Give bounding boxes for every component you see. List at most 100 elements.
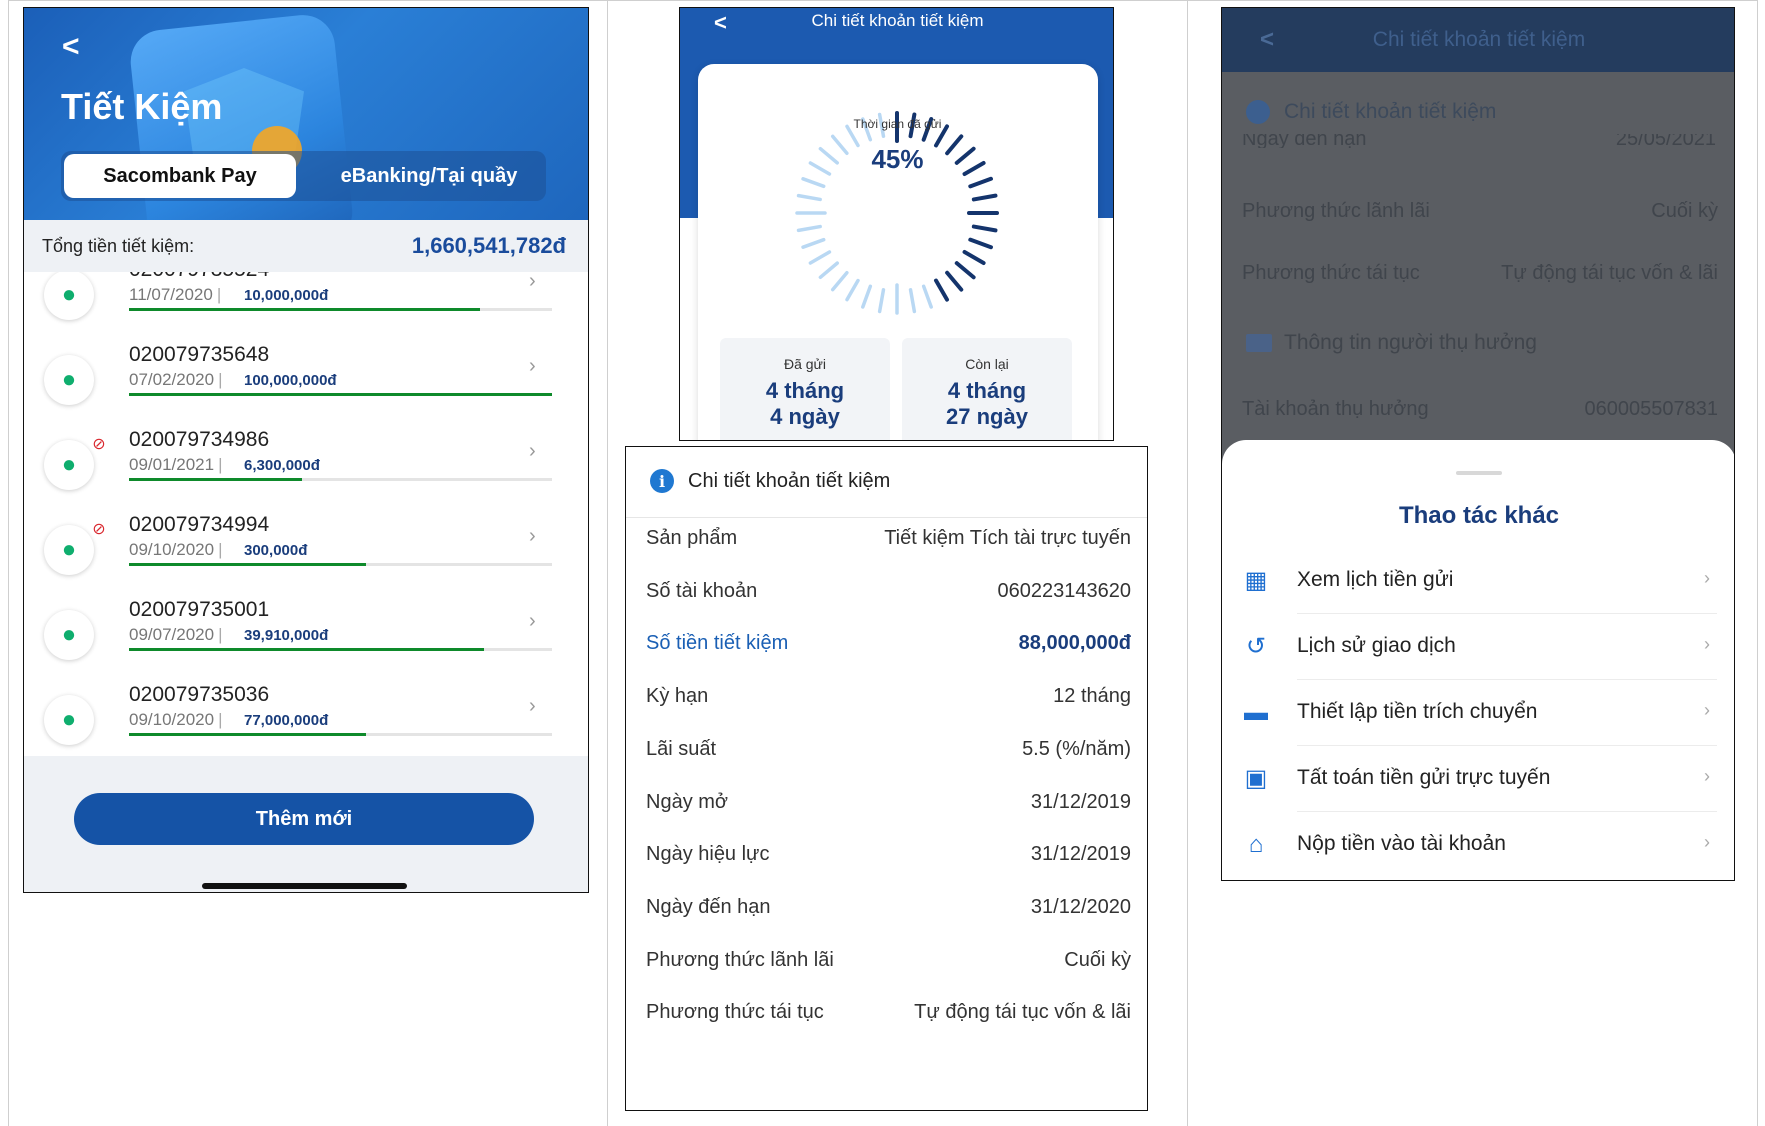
add-new-button[interactable]: Thêm mới: [74, 793, 534, 845]
chevron-right-icon: ›: [529, 440, 536, 462]
action-item-settle-deposit[interactable]: ▣ Tất toán tiền gửi trực tuyến ›: [1222, 746, 1734, 812]
term-progress-fill: [129, 648, 485, 651]
dial-tick-remaining: [921, 284, 933, 309]
dimmed-row-value: Cuối kỳ: [1651, 200, 1718, 222]
detail-row-value: 88,000,000đ: [1018, 632, 1131, 655]
chevron-right-icon: ›: [529, 610, 536, 632]
term-progress-track: [129, 308, 552, 311]
calendar-icon: ▦: [1244, 567, 1268, 594]
detail-row-value: Tiết kiệm Tích tài trực tuyến: [884, 527, 1131, 549]
dial-tick-remaining: [908, 288, 917, 314]
dimmed-beneficiary-title: Thông tin người thụ hưởng: [1284, 331, 1537, 354]
action-item-label: Xem lịch tiền gửi: [1297, 568, 1454, 591]
history-icon: ↺: [1245, 633, 1267, 660]
money-transfer-icon: ▬: [1244, 699, 1268, 726]
separator: |: [218, 625, 223, 644]
action-item-calendar[interactable]: ▦ Xem lịch tiền gửi ›: [1222, 548, 1734, 614]
savings-account-row[interactable]: ● 020079735001 09/07/2020 | 39,910,000đ ›: [24, 598, 588, 684]
dial-label: Thời gian đã gửi: [853, 117, 942, 131]
chevron-right-icon: ›: [1704, 832, 1710, 852]
detail-row-label: Phương thức tái tục: [646, 1001, 824, 1024]
detail-row: Số tài khoản 060223143620: [626, 574, 1147, 614]
account-number: 020079734994: [129, 513, 270, 536]
dimmed-header: < Chi tiết khoản tiết kiệm: [1222, 8, 1734, 72]
settle-deposit-icon: ▣: [1244, 765, 1268, 792]
savings-account-row[interactable]: ● 020079735036 09/10/2020 | 77,000,000đ ›: [24, 683, 588, 756]
action-item-money-transfer[interactable]: ▬ Thiết lập tiền trích chuyển ›: [1222, 680, 1734, 746]
savings-detail-screen: < Chi tiết khoản tiết kiệm Thời gian đã …: [679, 7, 1114, 441]
bottom-area: Thêm mới: [24, 756, 588, 892]
account-number: 020079735036: [129, 683, 270, 706]
detail-row-value: 31/12/2019: [1030, 790, 1131, 813]
account-amount: 300,000đ: [244, 542, 308, 559]
dial-tick-elapsed: [971, 224, 998, 233]
info-icon: [1246, 100, 1270, 124]
sent-months: 4 tháng: [765, 378, 845, 403]
piggy-bank-icon: ●: [44, 272, 94, 320]
savings-account-list: ●02007973552411/07/2020|10,000,000đ›●020…: [24, 272, 588, 756]
term-progress-fill: [129, 393, 552, 396]
piggy-bank-icon: ●: [44, 610, 94, 660]
account-number: 020079735001: [129, 598, 270, 621]
remaining-days: 27 ngày: [946, 404, 1028, 429]
term-progress-track: [129, 393, 552, 396]
savings-list-screen: < Tiết Kiệm Sacombank Pay eBanking/Tại q…: [23, 7, 589, 893]
separator: |: [218, 540, 223, 559]
savings-account-row[interactable]: ● ⊘ 020079734986 09/01/2021 | 6,300,000đ ›: [24, 428, 588, 514]
dial-tick-elapsed: [968, 176, 993, 189]
detail-row-value: 31/12/2019: [1030, 843, 1131, 866]
piggy-bank-icon: ●: [44, 525, 94, 575]
detail-row-label: Số tiền tiết kiệm: [646, 632, 789, 655]
detail-row-label: Ngày đến hạn: [646, 895, 771, 918]
time-progress-dial: [795, 111, 999, 315]
action-item-bank[interactable]: ⌂ Nộp tiền vào tài khoản ›: [1222, 812, 1734, 878]
tab-ebanking[interactable]: eBanking/Tại quầy: [314, 154, 544, 198]
piggy-bank-icon: ●: [44, 355, 94, 405]
savings-account-row[interactable]: ● 020079735524 11/07/2020| 10,000,000đ ›: [24, 272, 588, 344]
detail-row: Kỳ hạn 12 tháng: [626, 679, 1147, 719]
dial-tick-remaining: [830, 271, 849, 292]
back-icon[interactable]: <: [62, 30, 80, 64]
dimmed-row-value: Tự động tái tục vốn & lãi: [1501, 262, 1718, 284]
chevron-right-icon: ›: [529, 355, 536, 377]
piggy-bank-icon: ●: [44, 695, 94, 745]
action-item-label: Thiết lập tiền trích chuyển: [1297, 700, 1538, 723]
dimmed-beneficiary-section: Thông tin người thụ hưởng: [1246, 331, 1537, 355]
separator: |: [218, 455, 223, 474]
open-date-value: 09/01/2021: [129, 455, 215, 474]
open-date-value: 09/10/2020: [129, 710, 215, 729]
tab-sacombank-pay[interactable]: Sacombank Pay: [64, 154, 296, 198]
detail-row-value: Tự động tái tục vốn & lãi: [914, 1001, 1131, 1024]
action-item-history[interactable]: ↺ Lịch sử giao dịch ›: [1222, 614, 1734, 680]
blocked-icon: ⊘: [92, 521, 106, 538]
dial-tick-remaining: [801, 237, 826, 249]
detail-row-label: Sản phẩm: [646, 527, 738, 549]
sheet-handle[interactable]: [1456, 471, 1502, 475]
total-savings-bar: Tổng tiền tiết kiệm: 1,660,541,782đ: [24, 220, 588, 272]
detail-row-value: 5.5 (%/năm): [1022, 737, 1131, 760]
dimmed-cut-label: Ngày đến hạn: [1242, 134, 1367, 148]
savings-account-row[interactable]: ● ⊘ 020079734994 09/10/2020 | 300,000đ ›: [24, 513, 588, 599]
chevron-right-icon: ›: [529, 525, 536, 547]
remaining-label: Còn lại: [965, 356, 1009, 372]
dial-tick-elapsed: [945, 270, 964, 292]
separator: |: [218, 370, 223, 389]
detail-row: Sản phẩm Tiết kiệm Tích tài trực tuyến: [626, 521, 1147, 561]
dimmed-row-label: Phương thức lãnh lãi: [1242, 200, 1430, 222]
account-number: 020079735524: [129, 272, 269, 282]
detail-row-value: 31/12/2020: [1030, 895, 1131, 918]
dimmed-row-beneficiary: Tài khoản thụ hưởng 060005507831: [1222, 392, 1734, 428]
open-date-value: 09/07/2020: [129, 625, 215, 644]
detail-row: Lãi suất 5.5 (%/năm): [626, 732, 1147, 772]
detail-row: Ngày mở 31/12/2019: [626, 785, 1147, 825]
remaining-months: 4 tháng: [947, 378, 1027, 403]
dial-percentage: 45%: [871, 144, 924, 174]
detail-section-label: Chi tiết khoản tiết kiệm: [688, 469, 891, 492]
action-item-label: Tất toán tiền gửi trực tuyến: [1297, 766, 1551, 789]
chevron-right-icon: ›: [1704, 634, 1710, 654]
total-savings-label: Tổng tiền tiết kiệm:: [42, 236, 195, 256]
id-card-icon: [1246, 334, 1272, 352]
savings-account-row[interactable]: ● 020079735648 07/02/2020 | 100,000,000đ ›: [24, 343, 588, 429]
detail-section-title: i Chi tiết khoản tiết kiệm: [650, 469, 890, 493]
table-divider-1: [607, 0, 608, 1126]
